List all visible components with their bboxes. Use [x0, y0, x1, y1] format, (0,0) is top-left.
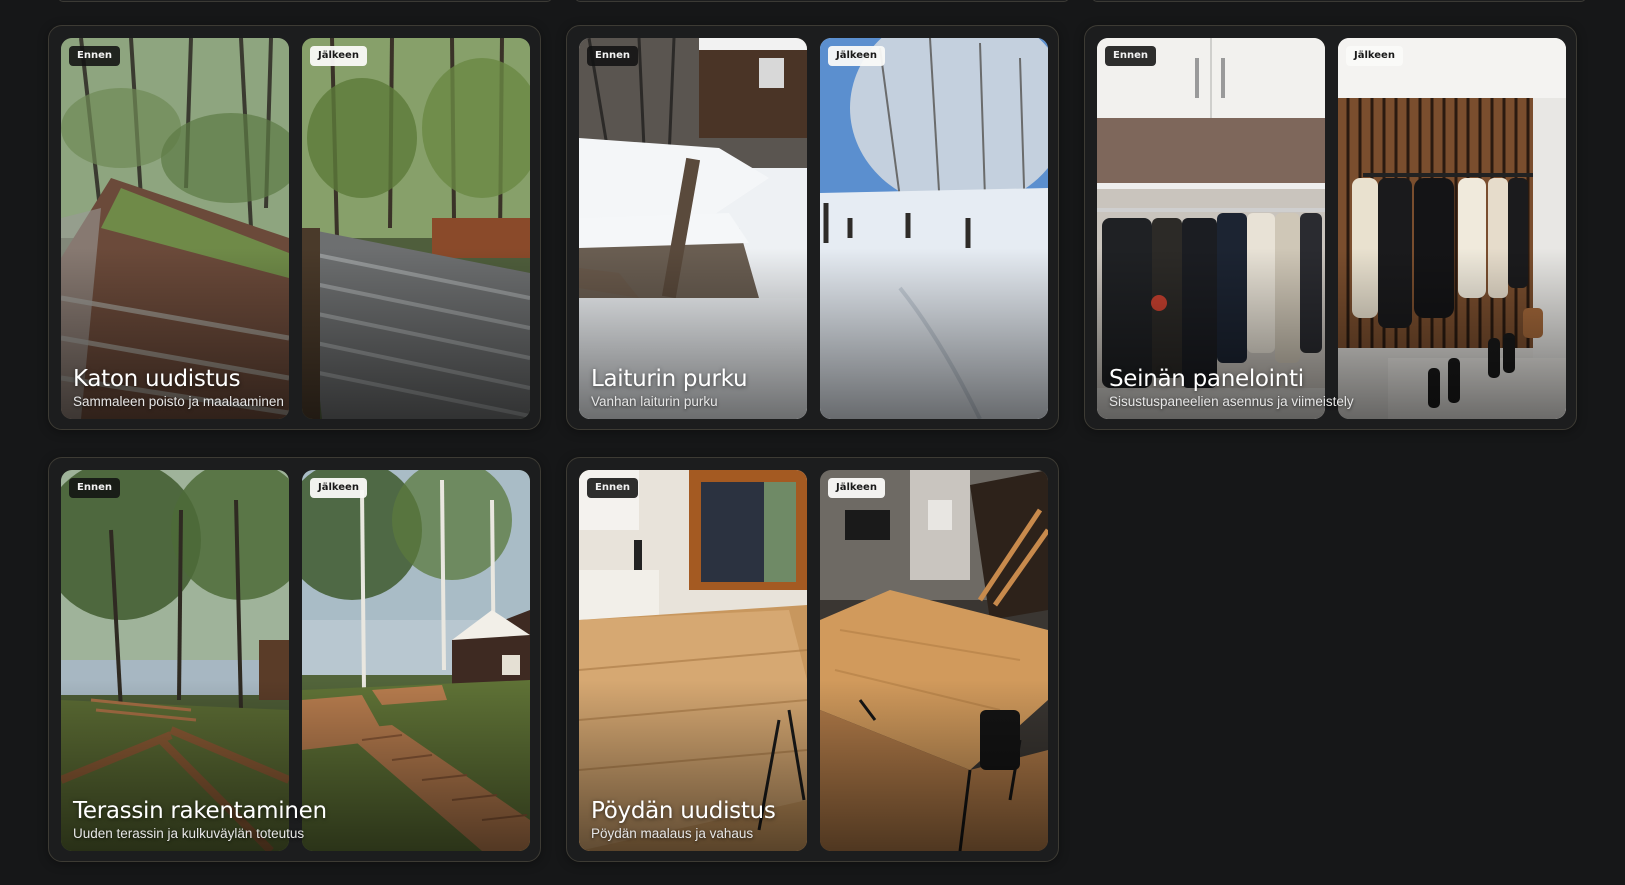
after-badge: Jälkeen: [828, 478, 885, 498]
after-image[interactable]: Jälkeen: [820, 470, 1048, 851]
card-edge: [1092, 0, 1586, 2]
before-badge: Ennen: [69, 478, 120, 498]
before-image[interactable]: Ennen: [61, 38, 289, 419]
project-card-dock[interactable]: Ennen Jälkeen Laiturin purku Vanhan lait…: [566, 25, 1059, 430]
after-image[interactable]: Jälkeen: [820, 38, 1048, 419]
before-badge: Ennen: [1105, 46, 1156, 66]
before-badge: Ennen: [587, 478, 638, 498]
before-image[interactable]: Ennen: [61, 470, 289, 851]
before-image[interactable]: Ennen: [1097, 38, 1325, 419]
after-badge: Jälkeen: [828, 46, 885, 66]
before-badge: Ennen: [69, 46, 120, 66]
before-image[interactable]: Ennen: [579, 38, 807, 419]
project-card-table[interactable]: Ennen Jälkeen Pöydän uudistus Pöydän maa…: [566, 457, 1059, 862]
after-badge: Jälkeen: [310, 46, 367, 66]
after-badge: Jälkeen: [310, 478, 367, 498]
project-card-terrace[interactable]: Ennen Jälkeen Terassin rakentaminen Uude…: [48, 457, 541, 862]
after-badge: Jälkeen: [1346, 46, 1403, 66]
after-image[interactable]: Jälkeen: [1338, 38, 1566, 419]
card-edge: [58, 0, 552, 2]
after-image[interactable]: Jälkeen: [302, 470, 530, 851]
project-card-wall[interactable]: Ennen Jälkeen Seinän panelointi Sisustus…: [1084, 25, 1577, 430]
project-card-roof[interactable]: Ennen Jälkeen Katon uudistus Sammaleen p…: [48, 25, 541, 430]
card-edge: [575, 0, 1069, 2]
before-image[interactable]: Ennen: [579, 470, 807, 851]
after-image[interactable]: Jälkeen: [302, 38, 530, 419]
before-badge: Ennen: [587, 46, 638, 66]
